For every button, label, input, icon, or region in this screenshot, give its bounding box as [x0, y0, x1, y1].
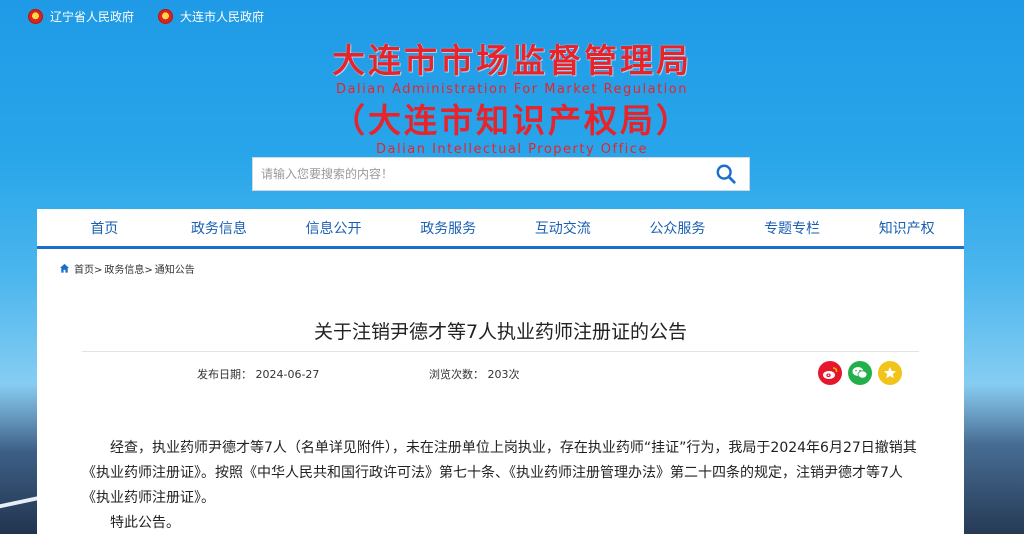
search-input[interactable] [253, 158, 703, 190]
nav-item-gov-info[interactable]: 政务信息 [162, 218, 277, 238]
search-button[interactable] [703, 158, 749, 190]
article-title: 关于注销尹德才等7人执业药师注册证的公告 [313, 321, 688, 343]
publish-date-label: 发布日期： [197, 368, 252, 381]
site-subtitle-en: Dalian Intellectual Property Office [376, 142, 648, 157]
view-count-value: 203次 [487, 368, 520, 381]
search-icon [716, 164, 736, 184]
wechat-icon [852, 367, 868, 379]
link-liaoning-gov[interactable]: 辽宁省人民政府 [28, 8, 134, 25]
site-header: 大连市市场监督管理局 Dalian Administration For Mar… [0, 42, 1024, 158]
breadcrumb-home[interactable]: 首页> [74, 261, 102, 276]
site-subtitle-cn: （大连市知识产权局） [332, 101, 692, 140]
site-title-en: Dalian Administration For Market Regulat… [336, 82, 688, 97]
nav-item-home[interactable]: 首页 [47, 218, 162, 238]
link-dalian-gov[interactable]: 大连市人民政府 [158, 8, 264, 25]
breadcrumb-notices[interactable]: 通知公告 [155, 261, 195, 276]
national-emblem-icon [28, 8, 43, 24]
publish-date-value: 2024-06-27 [255, 368, 320, 381]
nav-item-gov-services[interactable]: 政务服务 [391, 218, 506, 238]
home-icon [59, 263, 70, 273]
national-emblem-icon [158, 8, 174, 24]
nav-item-interaction[interactable]: 互动交流 [506, 218, 621, 238]
view-count-label: 浏览次数： [429, 368, 484, 381]
site-title-cn: 大连市市场监督管理局 [332, 41, 692, 80]
weibo-icon [823, 367, 838, 379]
nav-item-info-disclosure[interactable]: 信息公开 [276, 218, 391, 238]
share-buttons [812, 361, 902, 385]
nav-item-special-topics[interactable]: 专题专栏 [735, 218, 850, 238]
search-box [252, 157, 750, 191]
article-body: 经查，执业药师尹德才等7人（名单详见附件），未在注册单位上岗执业，存在执业药师“… [82, 436, 922, 534]
view-count: 浏览次数： 203次 [429, 366, 520, 382]
share-weibo-button[interactable] [818, 361, 842, 385]
nav-item-ip[interactable]: 知识产权 [849, 218, 964, 238]
top-bar: 辽宁省人民政府 大连市人民政府 [0, 0, 1024, 32]
content-panel: 首页 政务信息 信息公开 政务服务 互动交流 公众服务 专题专栏 知识产权 首页… [37, 209, 964, 534]
favorite-icon [884, 367, 896, 379]
breadcrumb: 首页> 政务信息> 通知公告 [59, 261, 197, 276]
article-paragraph: 经查，执业药师尹德才等7人（名单详见附件），未在注册单位上岗执业，存在执业药师“… [82, 440, 917, 506]
bridge-decoration [0, 495, 40, 509]
nav-item-public-services[interactable]: 公众服务 [620, 218, 735, 238]
share-wechat-button[interactable] [848, 361, 872, 385]
main-nav: 首页 政务信息 信息公开 政务服务 互动交流 公众服务 专题专栏 知识产权 [37, 209, 964, 249]
link-label: 大连市人民政府 [180, 9, 265, 24]
skyline-decoration-right [964, 384, 1024, 534]
breadcrumb-gov-info[interactable]: 政务信息> [104, 261, 152, 276]
favorite-button[interactable] [878, 361, 902, 385]
title-divider [82, 351, 919, 352]
publish-date: 发布日期： 2024-06-27 [197, 366, 319, 382]
link-label: 辽宁省人民政府 [50, 9, 135, 24]
article-closing: 特此公告。 [110, 515, 180, 531]
